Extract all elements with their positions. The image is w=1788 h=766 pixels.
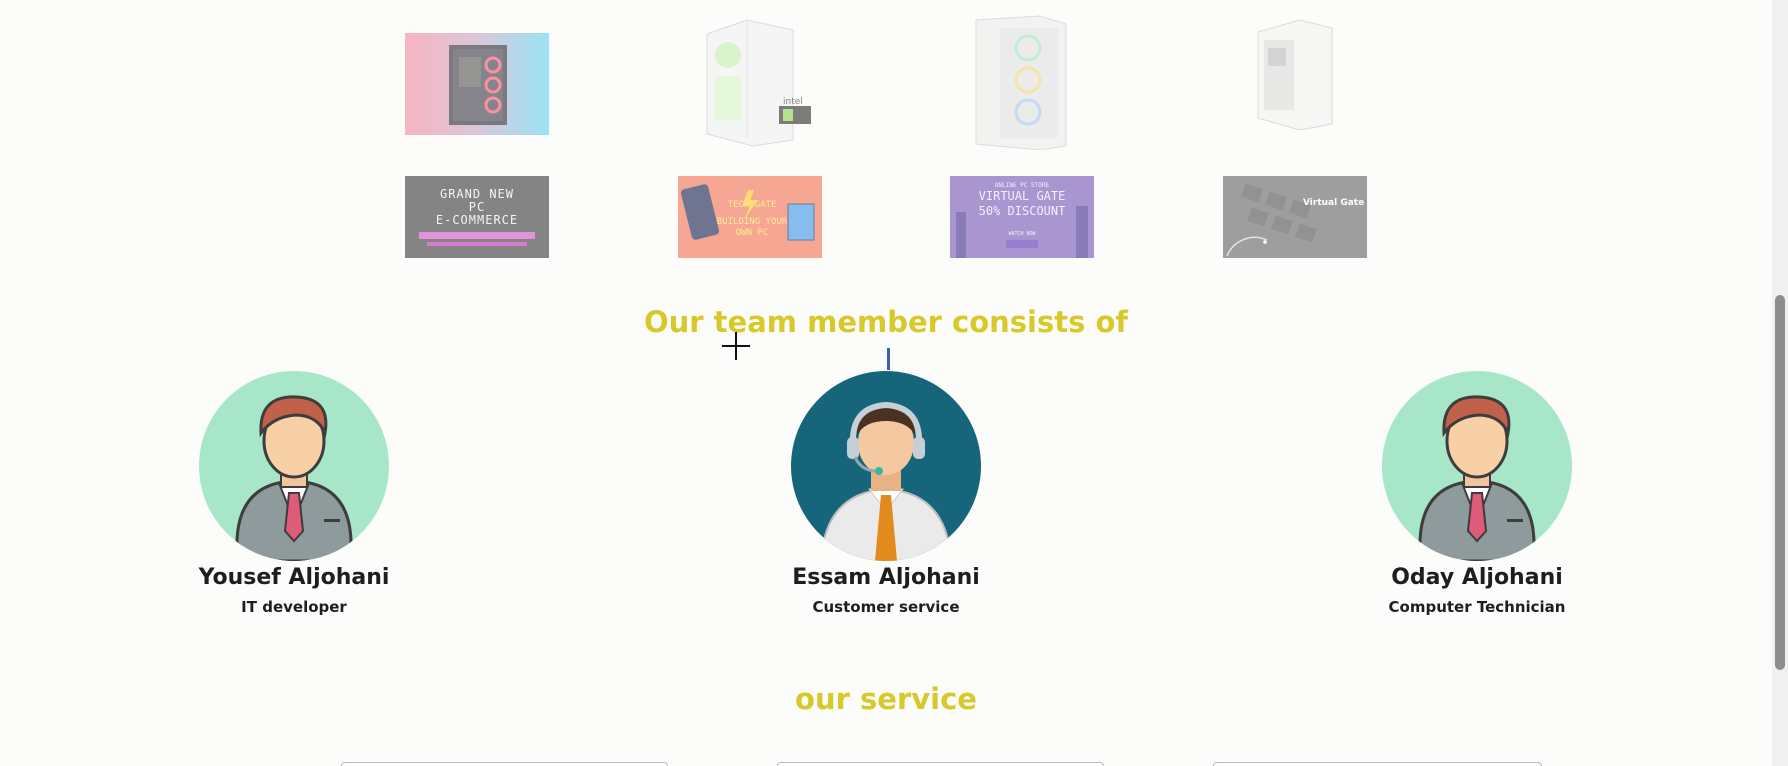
tech-gate-banner: TECH GATE BUILDING YOUR OWN PC	[678, 176, 822, 258]
team-member-card: Yousef Aljohani IT developer	[164, 371, 424, 616]
member-name: Yousef Aljohani	[198, 565, 390, 590]
avatar	[1382, 371, 1572, 561]
avatar	[791, 371, 981, 561]
pc-case-white-glass-image	[1250, 18, 1336, 130]
pc-case-white-mesh-image	[970, 14, 1070, 150]
member-role: IT developer	[241, 598, 347, 616]
banner-line: GATE	[754, 200, 777, 210]
service-heading: our service	[795, 682, 977, 716]
pc-case-white-intel-image: intel	[695, 14, 817, 148]
crosshair-cursor-icon	[722, 332, 750, 360]
team-member-card: Essam Aljohani Customer service	[756, 371, 1016, 616]
avatar	[199, 371, 389, 561]
grand-new-pc-banner: GRAND NEW PC E-COMMERCE	[405, 176, 549, 258]
virtual-gate-discount-banner: ONLINE PC STORE VIRTUAL GATE 50% DISCOUN…	[950, 176, 1094, 258]
banner-line: 50% DISCOUNT	[978, 204, 1066, 218]
banner-line: OWN PC	[735, 228, 769, 238]
team-heading: Our team member consists of	[643, 305, 1129, 339]
banner-line: VIRTUAL GATE	[978, 189, 1066, 203]
banner-line: TECH	[727, 200, 750, 210]
virtual-gate-keyboard-banner: Virtual Gate	[1223, 176, 1367, 258]
banner-line: E-COMMERCE	[435, 213, 519, 227]
service-card[interactable]	[1213, 762, 1542, 766]
banner-line: ONLINE PC STORE	[994, 182, 1050, 189]
intel-badge-label: intel	[783, 97, 803, 107]
member-role: Computer Technician	[1388, 598, 1566, 616]
member-name: Oday Aljohani	[1391, 565, 1563, 590]
text-cursor	[887, 348, 890, 370]
service-card[interactable]	[777, 762, 1104, 766]
scrollbar-thumb[interactable]	[1775, 295, 1785, 670]
team-member-card: Oday Aljohani Computer Technician	[1347, 371, 1607, 616]
banner-line: WATCH NOW	[1008, 231, 1036, 237]
pc-case-rgb-image	[405, 33, 549, 135]
banner-line: BUILDING YOUR	[716, 217, 788, 227]
member-name: Essam Aljohani	[792, 565, 980, 590]
banner-line: Virtual Gate	[1303, 198, 1365, 208]
member-role: Customer service	[812, 598, 960, 616]
service-card[interactable]	[341, 762, 668, 766]
